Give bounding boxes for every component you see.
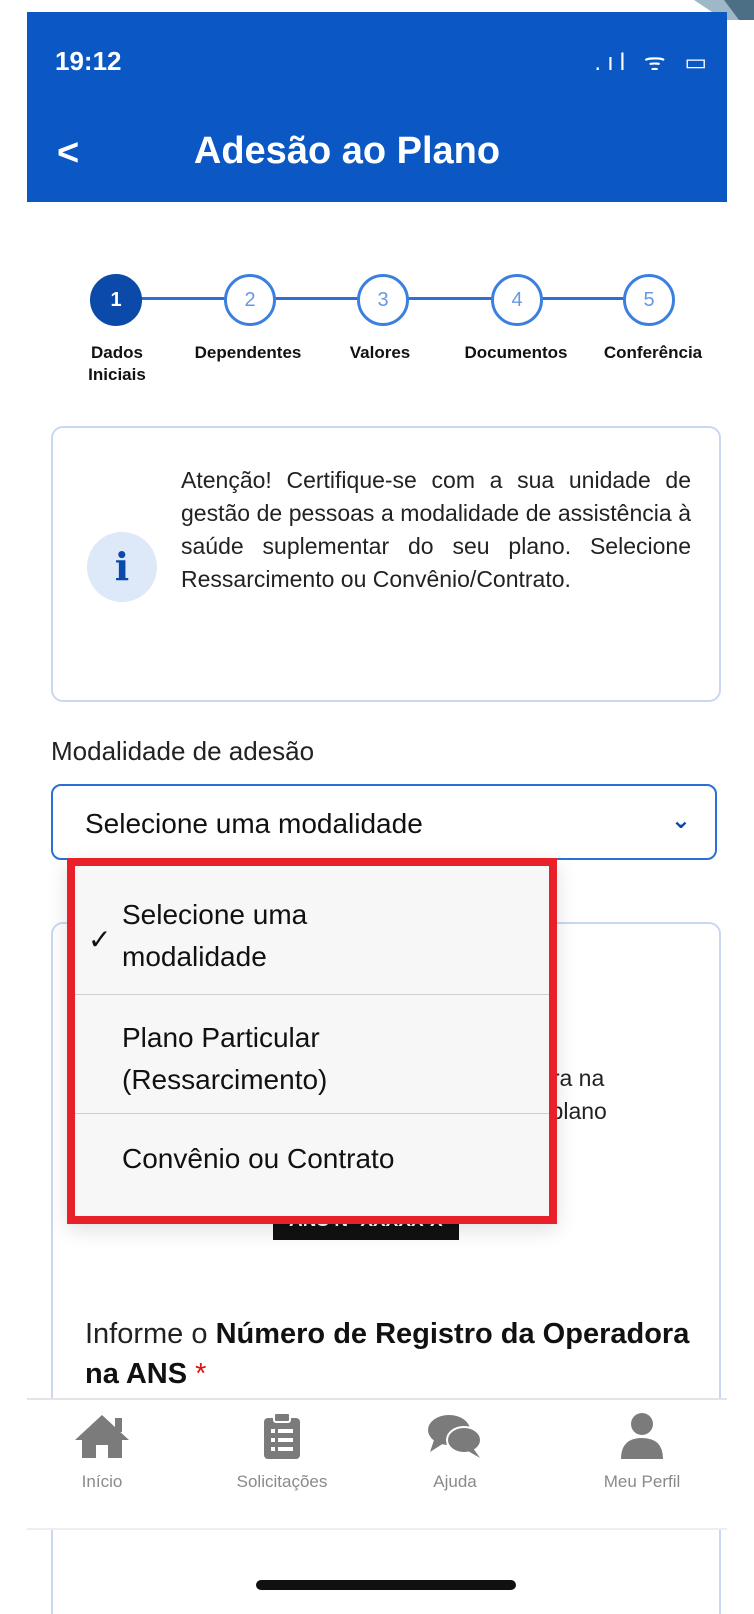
dropdown-option-particular[interactable]: Plano Particular (Ressarcimento) [75, 995, 549, 1113]
modalidade-dropdown: ✓ Selecione uma modalidade Plano Particu… [67, 858, 557, 1224]
modalidade-label: Modalidade de adesão [51, 736, 315, 766]
step-3-label: Valores [349, 343, 411, 362]
informe-prefix: Informe o [85, 1318, 216, 1350]
step-2-label: Dependentes [194, 343, 302, 362]
dropdown-option-convenio[interactable]: Convênio ou Contrato [75, 1114, 549, 1200]
status-icons: .ıl ᯤ ▭ [594, 49, 713, 76]
app-header: 19:12 .ıl ᯤ ▭ Adesão ao Plano < [27, 12, 727, 202]
option-label-line1: Plano Particular [122, 1022, 320, 1053]
info-icon: i [87, 532, 157, 602]
page-title-text: Adesão ao Plano [193, 130, 501, 172]
step-1-circle: 1 [90, 274, 142, 326]
option-label-line2: (Ressarcimento) [122, 1064, 328, 1095]
step-4-label: Documentos [464, 343, 568, 362]
home-icon [75, 1415, 129, 1458]
step-1-label-line2: Iniciais [88, 365, 146, 384]
bottom-nav: Início Solicitações Ajuda Meu Perfil [27, 1398, 727, 1530]
info-text: Atenção! Certifique-se com a sua unidade… [181, 467, 691, 592]
step-4-circle: 4 [491, 274, 543, 326]
home-indicator[interactable] [256, 1580, 516, 1590]
nav-label: Ajuda [433, 1472, 477, 1491]
informe-label: Informe o Número de Registro da Operador… [85, 1314, 705, 1394]
step-3-circle: 3 [357, 274, 409, 326]
nav-label: Solicitações [236, 1472, 328, 1491]
option-label: Selecione uma modalidade [122, 894, 522, 978]
nav-item-solicitacoes[interactable]: Solicitações [207, 1412, 357, 1492]
modalidade-select[interactable]: Selecione uma modalidade ⌄ [51, 784, 717, 860]
phone-screen: 19:12 .ıl ᯤ ▭ Adesão ao Plano < 1 2 3 4 … [27, 12, 727, 1614]
option-label: Convênio ou Contrato [122, 1143, 395, 1174]
nav-item-ajuda[interactable]: Ajuda [380, 1412, 530, 1492]
step-1-label-line1: Dados [91, 343, 143, 362]
option-label-line2: modalidade [122, 941, 267, 972]
select-value: Selecione uma modalidade [85, 808, 423, 839]
user-icon [621, 1413, 663, 1459]
page-title: Adesão ao Plano [27, 130, 727, 173]
status-time: 19:12 [55, 46, 122, 76]
chevron-down-icon: ⌄ [670, 807, 691, 834]
back-button[interactable]: < [57, 132, 79, 175]
step-2-circle: 2 [224, 274, 276, 326]
step-5-circle: 5 [623, 274, 675, 326]
nav-label: Início [81, 1472, 123, 1491]
chat-icon [428, 1415, 482, 1458]
nav-item-meu-perfil[interactable]: Meu Perfil [567, 1412, 717, 1492]
step-5-label: Conferência [603, 343, 703, 362]
bottom-divider [27, 1528, 727, 1530]
required-mark: * [195, 1358, 207, 1390]
clipboard-icon [264, 1412, 300, 1459]
step-1-label: Dados Iniciais [67, 342, 167, 386]
dropdown-option-selecione[interactable]: Selecione uma modalidade [75, 866, 549, 994]
option-label: Plano Particular (Ressarcimento) [122, 1017, 522, 1101]
option-label-line1: Selecione uma [122, 899, 308, 930]
nav-item-inicio[interactable]: Início [27, 1412, 177, 1492]
info-box: i Atenção! Certifique-se com a sua unida… [51, 426, 721, 702]
nav-label: Meu Perfil [603, 1472, 681, 1491]
